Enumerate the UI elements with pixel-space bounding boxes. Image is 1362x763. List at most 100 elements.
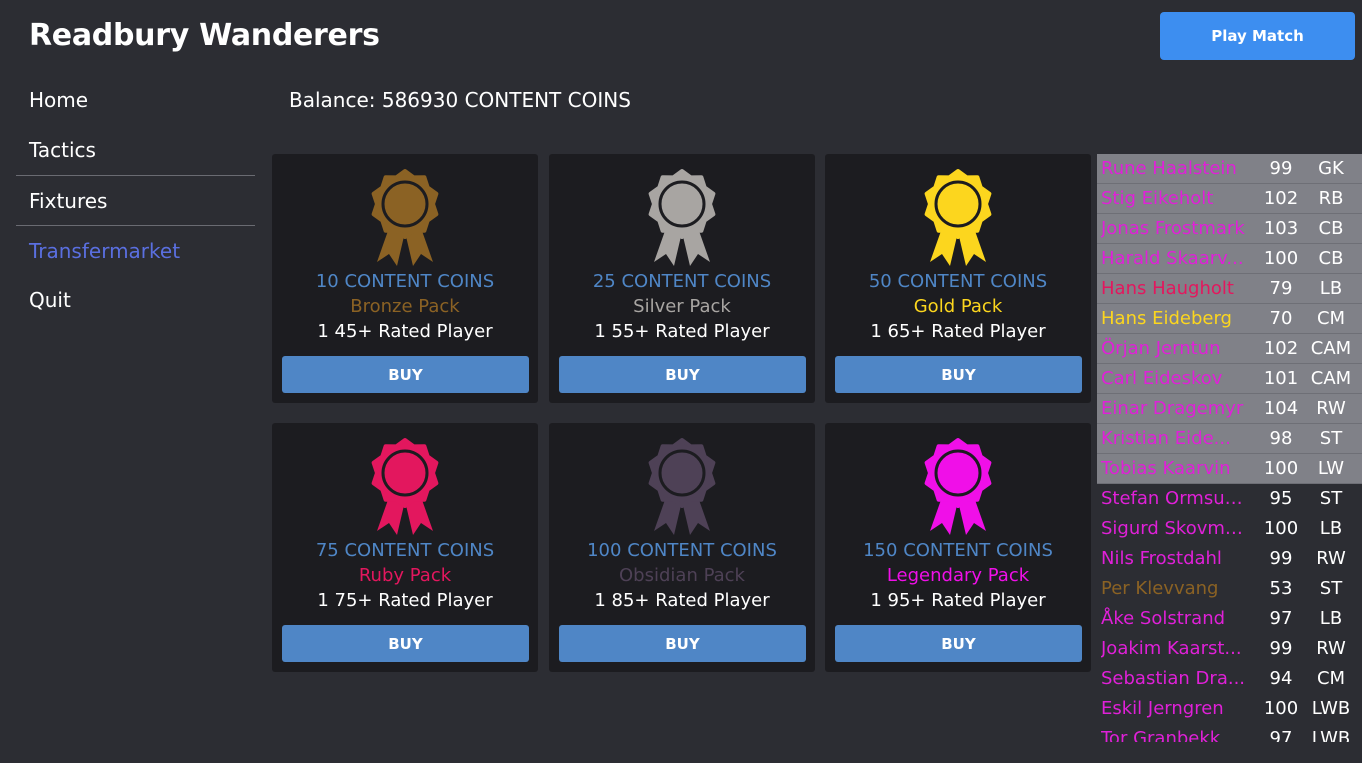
squad-row[interactable]: Sigurd Skovma... 100 LB [1097, 514, 1362, 544]
player-name: Sebastian Dra... [1101, 668, 1246, 689]
player-position: CB [1318, 248, 1344, 269]
player-position: CAM [1310, 338, 1352, 359]
bronze-medal-icon [371, 169, 439, 266]
player-position: CB [1318, 218, 1344, 239]
buy-button[interactable]: BUY [835, 356, 1082, 393]
pack-description: 1 65+ Rated Player [870, 321, 1046, 342]
pack-cost: 50 CONTENT COINS [868, 271, 1048, 292]
player-name: Eskil Jerngren [1101, 698, 1224, 719]
player-name: Stig Eikeholt [1101, 188, 1214, 209]
pack-card: 150 CONTENT COINS Legendary Pack 1 95+ R… [825, 423, 1091, 672]
player-name: Rune Haalstein [1101, 158, 1237, 179]
squad-row[interactable]: Nils Frostdahl 99 RW [1097, 544, 1362, 574]
player-position: LB [1319, 278, 1343, 299]
buy-button[interactable]: BUY [835, 625, 1082, 662]
player-position: RW [1316, 638, 1346, 659]
nav-item-home[interactable]: Home [16, 75, 255, 125]
player-position: LB [1319, 608, 1343, 629]
player-name: Stefan Ormsun... [1101, 488, 1247, 509]
player-name: Carl Eideskov [1101, 368, 1223, 389]
nav-item-tactics[interactable]: Tactics [16, 125, 255, 175]
player-name: Tobias Kaarvin [1101, 458, 1231, 479]
coin-balance: Balance: 586930 CONTENT COINS [289, 88, 631, 112]
player-position: LWB [1311, 698, 1351, 719]
pack-card: 100 CONTENT COINS Obsidian Pack 1 85+ Ra… [549, 423, 815, 672]
squad-row[interactable]: Åke Solstrand 97 LB [1097, 604, 1362, 634]
nav-item-quit[interactable]: Quit [16, 275, 255, 325]
pack-cost: 150 CONTENT COINS [863, 540, 1053, 561]
player-name: Hans Eideberg [1101, 308, 1232, 329]
squad-row[interactable]: Per Klevvang 53 ST [1097, 574, 1362, 604]
pack-cost: 25 CONTENT COINS [592, 271, 772, 292]
player-position: GK [1318, 158, 1344, 179]
pack-name: Silver Pack [633, 296, 731, 317]
player-position: CM [1316, 308, 1346, 329]
squad-row[interactable]: Carl Eideskov 101 CAM [1097, 364, 1362, 394]
pack-card: 75 CONTENT COINS Ruby Pack 1 75+ Rated P… [272, 423, 538, 672]
buy-button[interactable]: BUY [282, 625, 529, 662]
player-position: ST [1319, 428, 1343, 449]
pack-card: 25 CONTENT COINS Silver Pack 1 55+ Rated… [549, 154, 815, 403]
player-position: CM [1316, 668, 1346, 689]
squad-row[interactable]: Hans Eideberg 70 CM [1097, 304, 1362, 334]
player-position: ST [1319, 488, 1343, 509]
pack-description: 1 55+ Rated Player [594, 321, 770, 342]
player-name: Jonas Frostmark [1101, 218, 1245, 239]
pack-cost: 75 CONTENT COINS [315, 540, 495, 561]
squad-row[interactable]: Eskil Jerngren 100 LWB [1097, 694, 1362, 724]
player-position: LWB [1311, 728, 1351, 742]
gold-medal-icon [924, 169, 992, 266]
squad-row[interactable]: Sebastian Dra... 94 CM [1097, 664, 1362, 694]
player-position: ST [1319, 578, 1343, 599]
player-position: CAM [1310, 368, 1352, 389]
nav-item-fixtures[interactable]: Fixtures [16, 175, 255, 225]
player-position: RW [1316, 398, 1346, 419]
player-name: Nils Frostdahl [1101, 548, 1222, 569]
squad-row[interactable]: Kristian Eide... 98 ST [1097, 424, 1362, 454]
player-name: Joakim Kaarst... [1101, 638, 1242, 659]
squad-row[interactable]: Rune Haalstein 99 GK [1097, 154, 1362, 184]
player-position: RW [1316, 548, 1346, 569]
player-name: Kristian Eide... [1101, 428, 1231, 449]
squad-row[interactable]: Harald Skaarv... 100 CB [1097, 244, 1362, 274]
squad-row[interactable]: Stig Eikeholt 102 RB [1097, 184, 1362, 214]
squad-row[interactable]: Stefan Ormsun... 95 ST [1097, 484, 1362, 514]
buy-button[interactable]: BUY [559, 625, 806, 662]
player-name: Hans Haugholt [1101, 278, 1234, 299]
ruby-medal-icon [371, 438, 439, 535]
squad-row[interactable]: Tobias Kaarvin 100 LW [1097, 454, 1362, 484]
squad-row[interactable]: Jonas Frostmark 103 CB [1097, 214, 1362, 244]
player-name: Örjan Jerntun [1101, 338, 1221, 359]
player-name: Per Klevvang [1101, 578, 1219, 599]
pack-card: 10 CONTENT COINS Bronze Pack 1 45+ Rated… [272, 154, 538, 403]
nav-item-transfermarket[interactable]: Transfermarket [16, 225, 255, 275]
pack-name: Legendary Pack [886, 565, 1030, 586]
player-position: LB [1319, 518, 1343, 539]
squad-row[interactable]: Hans Haugholt 79 LB [1097, 274, 1362, 304]
squad-row[interactable]: Tor Granbekk 97 LWB [1097, 724, 1362, 742]
squad-list[interactable]: Rune Haalstein 99 GK Stig Eikeholt 102 RB Jona… [1097, 154, 1362, 742]
player-name: Tor Granbekk [1101, 728, 1221, 742]
squad-row[interactable]: Örjan Jerntun 102 CAM [1097, 334, 1362, 364]
buy-button[interactable]: BUY [282, 356, 529, 393]
silver-medal-icon [648, 169, 716, 266]
play-match-button[interactable]: Play Match [1160, 12, 1355, 60]
pack-description: 1 75+ Rated Player [317, 590, 493, 611]
obsidian-medal-icon [648, 438, 716, 535]
legendary-medal-icon [924, 438, 992, 535]
pack-name: Obsidian Pack [619, 565, 745, 586]
pack-description: 1 85+ Rated Player [594, 590, 770, 611]
player-name: Harald Skaarv... [1101, 248, 1244, 269]
pack-name: Bronze Pack [350, 296, 460, 317]
squad-row[interactable]: Einar Dragemyr 104 RW [1097, 394, 1362, 424]
buy-button[interactable]: BUY [559, 356, 806, 393]
player-position: RB [1318, 188, 1344, 209]
pack-cost: 100 CONTENT COINS [587, 540, 777, 561]
pack-description: 1 45+ Rated Player [317, 321, 493, 342]
pack-cost: 10 CONTENT COINS [315, 271, 495, 292]
player-name: Åke Solstrand [1101, 608, 1226, 629]
pack-name: Gold Pack [913, 296, 1003, 317]
squad-row[interactable]: Joakim Kaarst... 99 RW [1097, 634, 1362, 664]
pack-description: 1 95+ Rated Player [870, 590, 1046, 611]
app-title: Readbury Wanderers [29, 18, 380, 53]
